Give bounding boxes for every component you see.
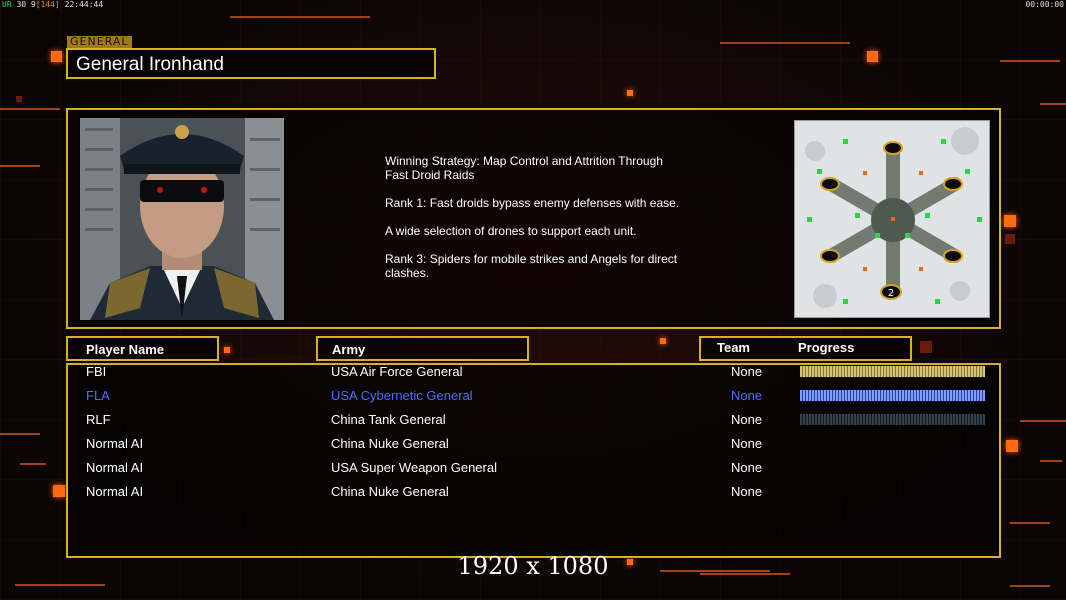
hud-timer-right: 00:00:00 (1025, 0, 1064, 9)
hud-prefix: UR (2, 0, 12, 9)
player-name-header-box: Player Name (66, 336, 219, 361)
hud-fps: 30 9 (16, 0, 36, 9)
deco-square (1005, 234, 1015, 244)
player-name: FBI (86, 364, 107, 379)
deco-line (1010, 585, 1050, 587)
deco-square (627, 90, 633, 96)
deco-square (16, 96, 22, 102)
deco-square (1006, 440, 1018, 452)
deco-square (51, 51, 62, 62)
strategy-line: Winning Strategy: Map Control and Attrit… (385, 154, 663, 182)
player-army: USA Air Force General (331, 364, 463, 379)
player-team: None (731, 364, 763, 379)
deco-line (0, 165, 40, 167)
progress-bar (800, 414, 985, 425)
map-player-marker: 2 (888, 288, 894, 299)
hud-bracket: [144] (35, 0, 60, 9)
deco-line (20, 463, 46, 465)
deco-square (867, 51, 878, 62)
deco-square (53, 485, 65, 497)
strategy-line: Rank 1: Fast droids bypass enemy defense… (385, 196, 680, 210)
strategy-text: Winning Strategy: Map Control and Attrit… (385, 154, 705, 294)
deco-line (1040, 103, 1066, 105)
player-name: Normal AI (86, 460, 144, 475)
player-army: USA Cybernetic General (331, 388, 473, 403)
strategy-line: Rank 3: Spiders for mobile strikes and A… (385, 252, 678, 280)
hud-clock: 22:44:44 (64, 0, 104, 9)
team-progress-header-box: Team Progress (699, 336, 912, 361)
portrait-image (80, 118, 284, 320)
deco-line (720, 42, 850, 44)
general-title-box: General Ironhand (66, 48, 436, 79)
map-image: 2 (795, 121, 989, 317)
progress-bar (800, 366, 985, 377)
progress-header: Progress (798, 340, 855, 355)
deco-square (1004, 215, 1016, 227)
player-army: USA Super Weapon General (331, 460, 497, 475)
map-preview: 2 (794, 120, 990, 318)
player-team: None (731, 460, 763, 475)
deco-line (1010, 522, 1050, 524)
player-row[interactable]: Normal AI China Nuke General None (68, 433, 998, 457)
player-name: Normal AI (86, 484, 144, 499)
deco-square (920, 341, 932, 353)
player-team: None (731, 388, 763, 403)
player-army: China Nuke General (331, 484, 449, 499)
progress-bar (800, 390, 985, 401)
player-row[interactable]: FLA USA Cybernetic General None (68, 385, 998, 409)
army-header-box: Army (316, 336, 529, 361)
player-name: RLF (86, 412, 111, 427)
deco-line (1040, 460, 1062, 462)
deco-line (1020, 420, 1066, 422)
deco-line (0, 108, 60, 110)
deco-square (224, 347, 230, 353)
deco-line (230, 16, 370, 18)
team-header: Team (717, 340, 750, 355)
strategy-line: A wide selection of drones to support ea… (385, 224, 637, 238)
player-row[interactable]: RLF China Tank General None (68, 409, 998, 433)
player-name-header: Player Name (86, 342, 165, 357)
player-army: China Tank General (331, 412, 446, 427)
player-row[interactable]: Normal AI USA Super Weapon General None (68, 457, 998, 481)
player-team: None (731, 484, 763, 499)
hud-status-left: UR 30 9[144] 22:44:44 (2, 0, 103, 9)
deco-square (660, 338, 666, 344)
general-tab-label: GENERAL (67, 36, 132, 48)
army-header: Army (332, 342, 366, 357)
player-row[interactable]: Normal AI China Nuke General None (68, 481, 998, 505)
player-row[interactable]: FBI USA Air Force General None (68, 361, 998, 385)
general-portrait (80, 118, 284, 320)
deco-line (1000, 60, 1060, 62)
player-name: Normal AI (86, 436, 144, 451)
deco-line (0, 433, 40, 435)
general-name: General Ironhand (76, 54, 224, 75)
player-name: FLA (86, 388, 110, 403)
player-army: China Nuke General (331, 436, 449, 451)
deco-line (15, 584, 105, 586)
player-team: None (731, 412, 763, 427)
player-team: None (731, 436, 763, 451)
resolution-label: 1920 x 1080 (457, 552, 609, 580)
